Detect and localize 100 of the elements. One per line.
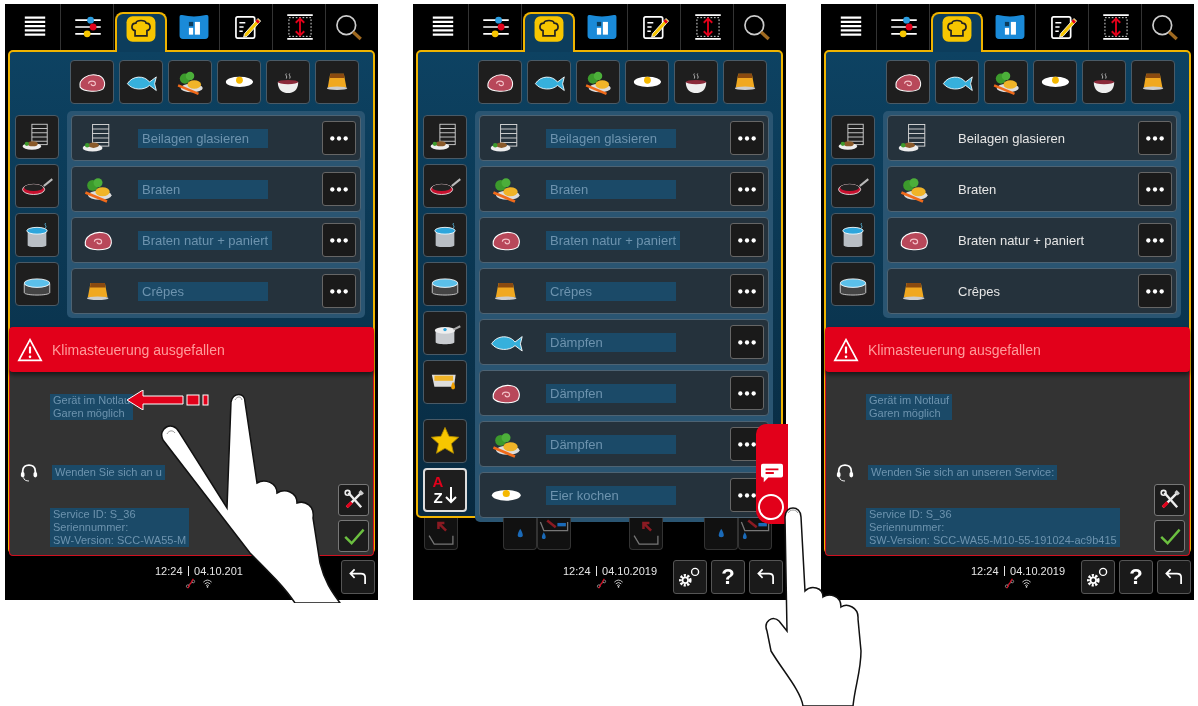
settings-button[interactable] — [1081, 560, 1115, 594]
more-button[interactable] — [1138, 172, 1172, 206]
sidebar-button[interactable] — [423, 360, 467, 404]
sidebar-button[interactable] — [423, 115, 467, 159]
service-tools-button[interactable] — [338, 484, 369, 516]
sidebar-button[interactable] — [423, 262, 467, 306]
more-icon — [737, 389, 757, 397]
category-button[interactable] — [119, 60, 163, 104]
recipe-name: Braten — [138, 179, 268, 199]
category-button[interactable] — [984, 60, 1028, 104]
more-button[interactable] — [1138, 223, 1172, 257]
control-button[interactable] — [738, 518, 772, 550]
sort-button[interactable]: A Z — [423, 468, 467, 512]
clock-time: 12:24 — [563, 565, 591, 577]
back-button[interactable] — [1157, 560, 1191, 594]
category-button[interactable] — [674, 60, 718, 104]
sidebar-button[interactable] — [831, 262, 875, 306]
recipe-row[interactable]: Dämpfen — [479, 319, 769, 365]
tab[interactable] — [523, 12, 575, 52]
more-button[interactable] — [322, 172, 356, 206]
message-toast[interactable] — [756, 424, 788, 524]
more-button[interactable] — [730, 376, 764, 410]
service-tools-button[interactable] — [1154, 484, 1185, 516]
sidebar-button[interactable] — [423, 164, 467, 208]
sidebar-button[interactable] — [15, 262, 59, 306]
recipe-row[interactable]: Beilagen glasieren — [479, 115, 769, 161]
category-button[interactable] — [315, 60, 359, 104]
recipe-row[interactable]: Dämpfen — [479, 421, 769, 467]
more-icon — [737, 236, 757, 244]
more-button[interactable] — [730, 325, 764, 359]
recipe-row[interactable]: Braten — [887, 166, 1177, 212]
sidebar-button[interactable] — [15, 164, 59, 208]
sidebar-button[interactable] — [423, 213, 467, 257]
back-icon — [349, 568, 367, 586]
wifi-icon — [613, 578, 625, 589]
more-button[interactable] — [730, 121, 764, 155]
sidebar-button[interactable] — [831, 213, 875, 257]
category-button[interactable] — [935, 60, 979, 104]
device-info-text: Service ID: S_36 Seriennummer: SW-Version: SCC-WA55-M — [50, 508, 190, 547]
back-button[interactable] — [749, 560, 783, 594]
pudding-icon — [86, 281, 110, 301]
more-button[interactable] — [730, 274, 764, 308]
category-button[interactable] — [527, 60, 571, 104]
recipe-row[interactable]: Braten — [479, 166, 769, 212]
category-button[interactable] — [217, 60, 261, 104]
sidebar-button[interactable] — [831, 115, 875, 159]
category-button[interactable] — [723, 60, 767, 104]
sidebar-button[interactable] — [423, 311, 467, 355]
more-button[interactable] — [322, 121, 356, 155]
date-text: 04.10.2019 — [1010, 565, 1066, 577]
pudding-icon — [494, 281, 518, 301]
more-button[interactable] — [730, 223, 764, 257]
recipe-row[interactable]: Dämpfen — [479, 370, 769, 416]
category-button[interactable] — [886, 60, 930, 104]
settings-button[interactable] — [673, 560, 707, 594]
recipe-row[interactable]: Braten natur + paniert — [71, 217, 361, 263]
recipe-name: Dämpfen — [546, 383, 676, 403]
tab[interactable] — [115, 12, 167, 52]
more-button[interactable] — [730, 172, 764, 206]
recipe-row[interactable]: Braten natur + paniert — [479, 217, 769, 263]
more-button[interactable] — [1138, 121, 1172, 155]
recipe-row[interactable]: Braten natur + paniert — [887, 217, 1177, 263]
confirm-button[interactable] — [1154, 520, 1185, 552]
more-button[interactable] — [322, 274, 356, 308]
category-button[interactable] — [478, 60, 522, 104]
recipe-row[interactable]: Beilagen glasieren — [71, 115, 361, 161]
help-button[interactable]: ? — [711, 560, 745, 594]
recipe-row[interactable]: Crêpes — [887, 268, 1177, 314]
category-button[interactable] — [625, 60, 669, 104]
more-button[interactable] — [1138, 274, 1172, 308]
more-button[interactable] — [322, 223, 356, 257]
back-button[interactable] — [341, 560, 375, 594]
confirm-button[interactable] — [338, 520, 369, 552]
category-button[interactable] — [168, 60, 212, 104]
control-button[interactable] — [537, 518, 571, 550]
sidebar-button[interactable] — [831, 164, 875, 208]
recipe-row[interactable]: Beilagen glasieren — [887, 115, 1177, 161]
recipe-row[interactable]: Crêpes — [479, 268, 769, 314]
recipe-row[interactable]: Braten — [71, 166, 361, 212]
control-button[interactable] — [424, 518, 458, 550]
warning-icon — [833, 337, 859, 362]
service-text: Wenden Sie sich an u — [52, 464, 165, 480]
category-button[interactable] — [1131, 60, 1175, 104]
recipe-name: Beilagen glasieren — [138, 128, 268, 148]
pudding-icon — [902, 281, 926, 301]
tab[interactable] — [931, 12, 983, 52]
more-icon — [737, 134, 757, 142]
settings-icon — [1087, 566, 1109, 588]
more-icon — [1145, 287, 1165, 295]
sidebar-button[interactable] — [15, 213, 59, 257]
category-button[interactable] — [266, 60, 310, 104]
help-button[interactable]: ? — [1119, 560, 1153, 594]
control-button[interactable] — [629, 518, 663, 550]
category-button[interactable] — [70, 60, 114, 104]
sidebar-button[interactable] — [15, 115, 59, 159]
recipe-row[interactable]: Crêpes — [71, 268, 361, 314]
category-button[interactable] — [576, 60, 620, 104]
sidebar-button[interactable] — [423, 419, 467, 463]
category-button[interactable] — [1082, 60, 1126, 104]
category-button[interactable] — [1033, 60, 1077, 104]
